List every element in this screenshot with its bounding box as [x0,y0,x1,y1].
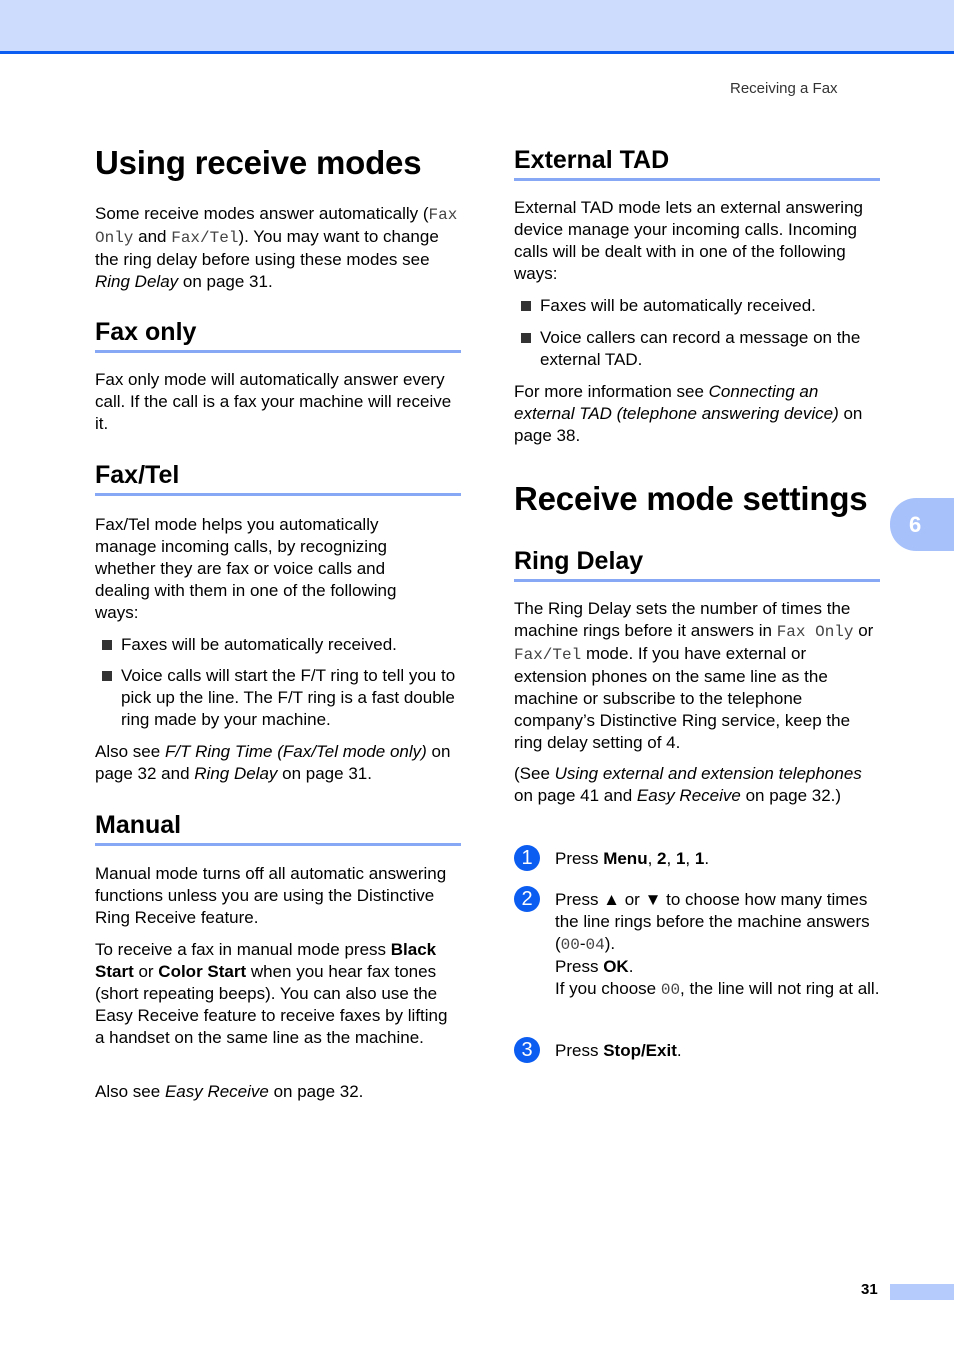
text: ). [604,934,616,953]
text: , [647,849,658,868]
cross-reference[interactable]: F/T Ring Time (Fax/Tel mode only) [165,742,427,761]
text: Press [555,1041,604,1060]
text: Press [555,957,604,976]
text: . [676,1041,682,1060]
bullet-icon [102,671,112,681]
step-text: Press ▲ or ▼ to choose how many times th… [555,886,880,1001]
key-name: 2 [657,849,667,868]
text: on page 41 and [514,786,637,805]
heading-ring-delay: Ring Delay [514,547,880,582]
text: , [666,849,676,868]
key-name: OK [603,957,629,976]
fax-tel-body: Fax/Tel mode helps you automatically man… [95,515,397,622]
text: on page 32.) [740,786,842,805]
text: on page 31. [178,272,273,291]
text: Some receive modes answer automatically … [95,204,429,223]
running-title: Receiving a Fax [730,80,838,97]
step-number-icon: 3 [514,1037,540,1063]
text: If you choose [555,979,661,998]
heading-manual: Manual [95,811,461,846]
step-text: Press Menu, 2, 1, 1. [555,845,880,870]
intro-paragraph: Some receive modes answer automatically … [95,203,461,293]
manual-also: Also see Easy Receive on page 32. [95,1081,461,1103]
text: and [133,227,172,246]
bullet-item: Voice calls will start the F/T ring to t… [95,665,461,731]
section-title: Receive mode settings [514,480,868,517]
heading-fax-only: Fax only [95,318,461,353]
bullet-item: Faxes will be automatically received. [514,295,880,317]
step-number-icon: 2 [514,886,540,912]
key-name: 1 [675,849,686,868]
cross-reference[interactable]: Ring Delay [194,764,277,783]
text: on page 31. [277,764,372,783]
step-3: 3 Press Stop/Exit. [514,1037,880,1063]
mode-name: Fax Only [776,623,854,641]
external-tad-more: For more information see Connecting an e… [514,381,880,447]
cross-reference[interactable]: Using external and extension telephones [555,764,862,783]
text: . [704,849,710,868]
key-name: Menu [603,849,648,868]
text: or [133,962,159,981]
cross-reference[interactable]: Easy Receive [165,1082,269,1101]
bullet-icon [521,333,531,343]
text: Also see [95,742,165,761]
step-number-icon: 1 [514,845,540,871]
text: on page 32. [268,1082,364,1101]
manual-body-1: Manual mode turns off all automatic answ… [95,864,447,927]
bullet-item: Voice callers can record a message on th… [514,327,880,371]
heading-fax-tel: Fax/Tel [95,461,461,496]
text: . [628,957,634,976]
bullet-text: Voice calls will start the F/T ring to t… [121,666,456,729]
text: or [853,621,874,640]
bullet-item: Faxes will be automatically received. [95,634,461,656]
mode-name: Fax/Tel [171,229,239,247]
text: To receive a fax in manual mode press [95,940,391,959]
bullet-text: Faxes will be automatically received. [540,296,816,315]
text: , the line will not ring at all. [680,979,880,998]
bullet-icon [102,640,112,650]
step-1: 1 Press Menu, 2, 1, 1. [514,845,880,871]
value: 00 [660,981,681,999]
text: , [685,849,695,868]
text: (See [514,764,555,783]
text: For more information see [514,382,709,401]
key-name: 1 [694,849,705,868]
page-number: 31 [861,1281,878,1298]
step-text: Press Stop/Exit. [555,1037,880,1062]
footer-bar [890,1284,954,1300]
key-name: Stop/Exit [603,1041,677,1060]
bullet-text: Faxes will be automatically received. [121,635,397,654]
heading-external-tad: External TAD [514,146,880,181]
fax-only-body: Fax only mode will automatically answer … [95,370,452,433]
text: Also see [95,1082,165,1101]
chapter-tab[interactable]: 6 [890,498,954,551]
bullet-text: Voice callers can record a message on th… [540,328,861,369]
ring-delay-body: The Ring Delay sets the number of times … [514,598,880,754]
ring-delay-see: (See Using external and extension teleph… [514,763,880,807]
page-title: Using receive modes [95,144,422,181]
value: 00 [560,936,580,954]
manual-body-2: To receive a fax in manual mode press Bl… [95,939,461,1049]
step-2: 2 Press ▲ or ▼ to choose how many times … [514,886,880,1001]
mode-name: Fax/Tel [514,646,582,664]
external-tad-body: External TAD mode lets an external answe… [514,198,863,283]
cross-reference[interactable]: Easy Receive [637,786,741,805]
bullet-icon [521,301,531,311]
value: 04 [585,936,605,954]
text: Press [555,849,604,868]
key-name: Color Start [158,962,247,981]
cross-reference[interactable]: Ring Delay [95,272,178,291]
fax-tel-also: Also see F/T Ring Time (Fax/Tel mode onl… [95,741,461,785]
header-band [0,0,954,54]
